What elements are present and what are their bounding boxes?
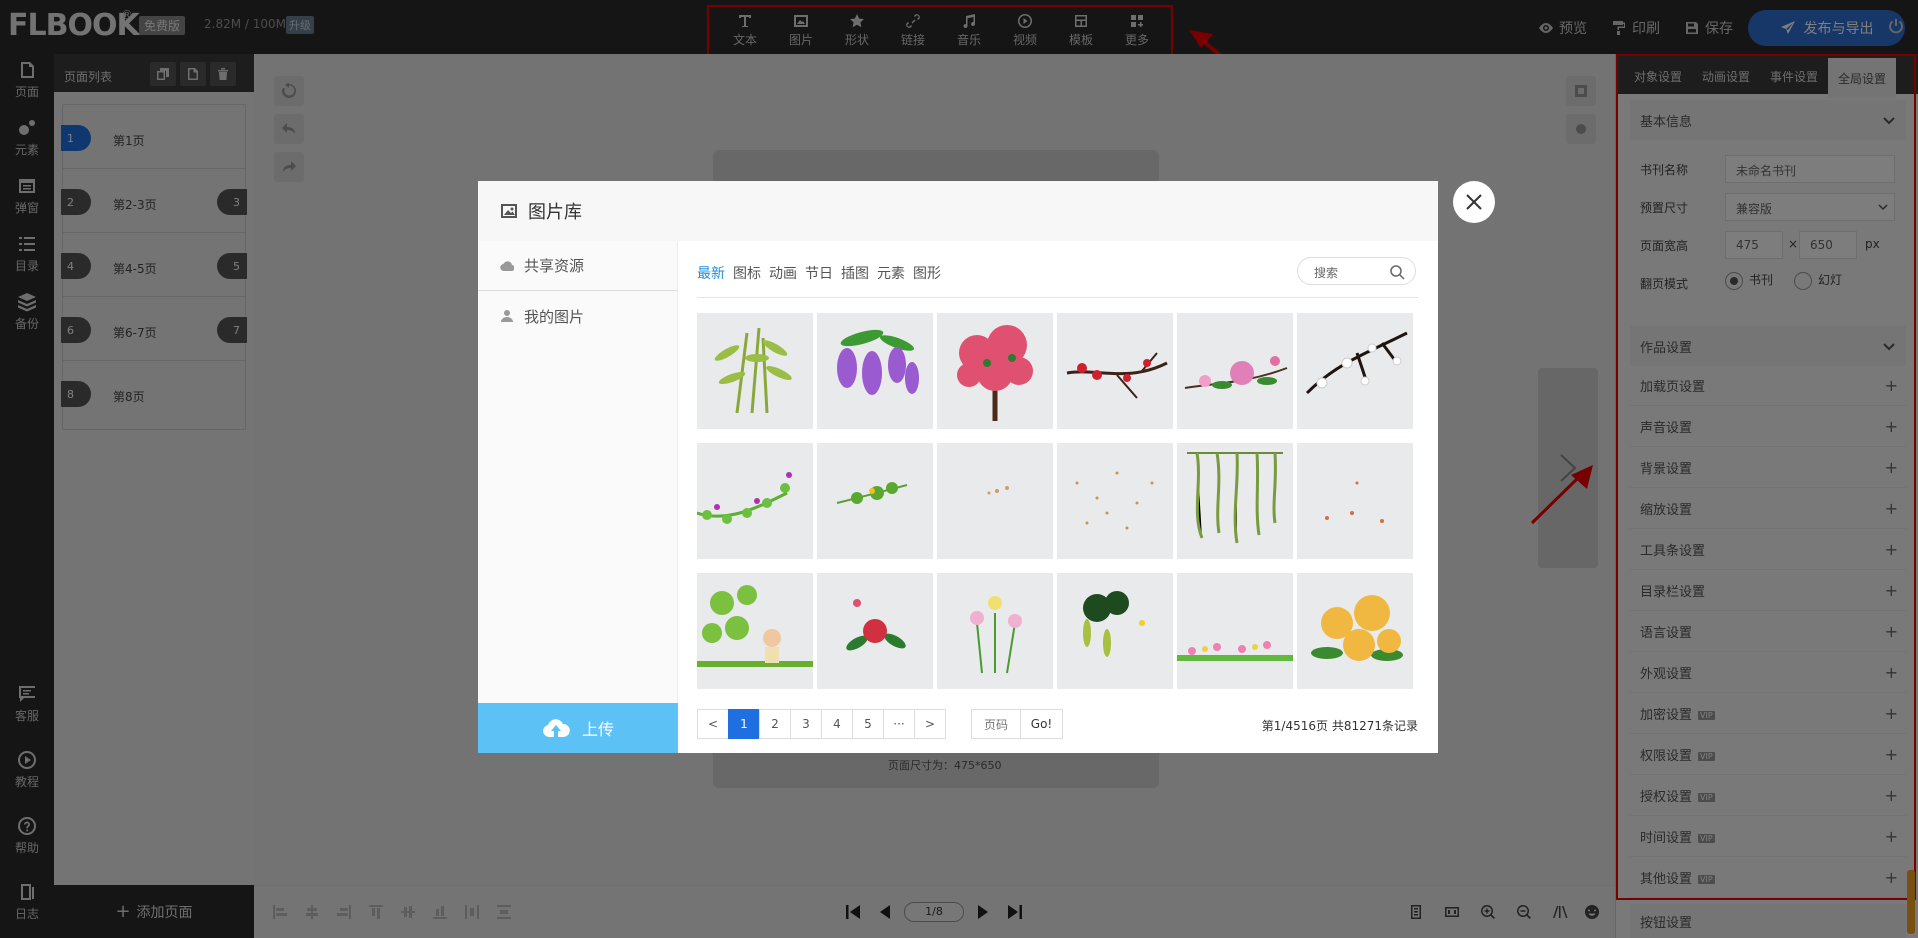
category-latest[interactable]: 最新 — [697, 263, 725, 283]
plum-branch-image — [1066, 352, 1168, 399]
modal-main: 最新 图标 动画 节日 插图 元素 图形 搜索 < 1 2 3 4 5 ··· … — [697, 241, 1418, 753]
image-thumbnail[interactable] — [697, 443, 813, 559]
image-thumbnail[interactable] — [937, 443, 1053, 559]
modal-header: 图片库 — [478, 181, 1438, 241]
image-grid — [697, 313, 1418, 689]
image-thumbnail[interactable] — [1177, 313, 1293, 429]
search-icon — [1390, 265, 1405, 280]
category-icons[interactable]: 图标 — [733, 263, 761, 283]
cloud-upload-icon — [543, 719, 570, 737]
flower-border-image — [1177, 641, 1293, 661]
pagination: < 1 2 3 4 5 ··· > 页码 Go! — [697, 709, 1063, 739]
close-modal-button[interactable] — [1453, 181, 1495, 223]
modal-title: 图片库 — [528, 202, 582, 223]
page-jump-input[interactable]: 页码 — [971, 709, 1021, 739]
lilies-image — [970, 596, 1022, 674]
category-shapes[interactable]: 图形 — [913, 263, 941, 283]
image-library-modal: 图片库 共享资源 我的图片 上传 最新 图标 动画 节日 插图 元素 图形 搜索 — [478, 181, 1438, 753]
pagination-page-2[interactable]: 2 — [759, 709, 791, 739]
petals-image — [987, 486, 1009, 495]
willow-image — [1187, 452, 1283, 544]
image-thumbnail[interactable] — [1057, 573, 1173, 689]
image-thumbnail[interactable] — [1297, 443, 1413, 559]
category-holiday[interactable]: 节日 — [805, 263, 833, 283]
image-thumbnail[interactable] — [817, 313, 933, 429]
image-icon — [501, 204, 517, 218]
image-thumbnail[interactable] — [697, 313, 813, 429]
small-branch-image — [836, 482, 908, 504]
image-thumbnail[interactable] — [1057, 313, 1173, 429]
search-placeholder: 搜索 — [1314, 266, 1339, 280]
category-elements[interactable]: 元素 — [877, 263, 905, 283]
tab-label: 我的图片 — [524, 307, 585, 326]
ink-plant-image — [1083, 591, 1145, 657]
image-thumbnail[interactable] — [937, 313, 1053, 429]
upload-button[interactable]: 上传 — [478, 703, 678, 753]
bamboo-image — [714, 327, 792, 414]
pagination-prev[interactable]: < — [697, 709, 729, 739]
category-illustration[interactable]: 插图 — [841, 263, 869, 283]
pagination-next[interactable]: > — [914, 709, 946, 739]
blossom-tree-image — [957, 325, 1033, 421]
wisteria-image — [837, 329, 919, 395]
cloud-icon — [500, 260, 514, 271]
image-thumbnail[interactable] — [1297, 313, 1413, 429]
divider — [697, 297, 1418, 298]
close-icon — [1466, 194, 1482, 210]
image-thumbnail[interactable] — [1057, 443, 1173, 559]
scattered-dots-image — [1075, 471, 1154, 530]
vine-image — [697, 472, 792, 524]
search-input[interactable]: 搜索 — [1297, 257, 1416, 285]
white-plum-image — [1305, 331, 1408, 395]
pagination-page-1[interactable]: 1 — [728, 709, 760, 739]
modal-sidebar: 共享资源 我的图片 上传 — [478, 241, 678, 753]
image-thumbnail[interactable] — [1297, 573, 1413, 689]
category-animation[interactable]: 动画 — [769, 263, 797, 283]
falling-petals-image — [1325, 481, 1384, 523]
yellow-chrysanthemum-image — [1311, 595, 1403, 661]
image-thumbnail[interactable] — [817, 573, 933, 689]
go-button[interactable]: Go! — [1021, 709, 1063, 739]
pagination-ellipsis: ··· — [883, 709, 915, 739]
pagination-page-3[interactable]: 3 — [790, 709, 822, 739]
image-thumbnail[interactable] — [817, 443, 933, 559]
upload-label: 上传 — [581, 720, 614, 739]
image-thumbnail[interactable] — [937, 573, 1053, 689]
image-thumbnail[interactable] — [1177, 573, 1293, 689]
peony-image — [1184, 356, 1288, 389]
red-rose-image — [846, 599, 906, 651]
user-icon — [501, 310, 513, 322]
shared-resources-tab[interactable]: 共享资源 — [478, 241, 677, 291]
pagination-page-4[interactable]: 4 — [821, 709, 853, 739]
category-tabs: 最新 图标 动画 节日 插图 元素 图形 — [697, 263, 941, 283]
pagination-summary: 第1/4516页 共81271条记录 — [1261, 719, 1418, 733]
tab-label: 共享资源 — [524, 257, 585, 275]
image-thumbnail[interactable] — [1177, 443, 1293, 559]
my-images-tab[interactable]: 我的图片 — [478, 291, 677, 341]
pagination-page-5[interactable]: 5 — [852, 709, 884, 739]
garden-child-image — [697, 585, 813, 667]
image-thumbnail[interactable] — [697, 573, 813, 689]
